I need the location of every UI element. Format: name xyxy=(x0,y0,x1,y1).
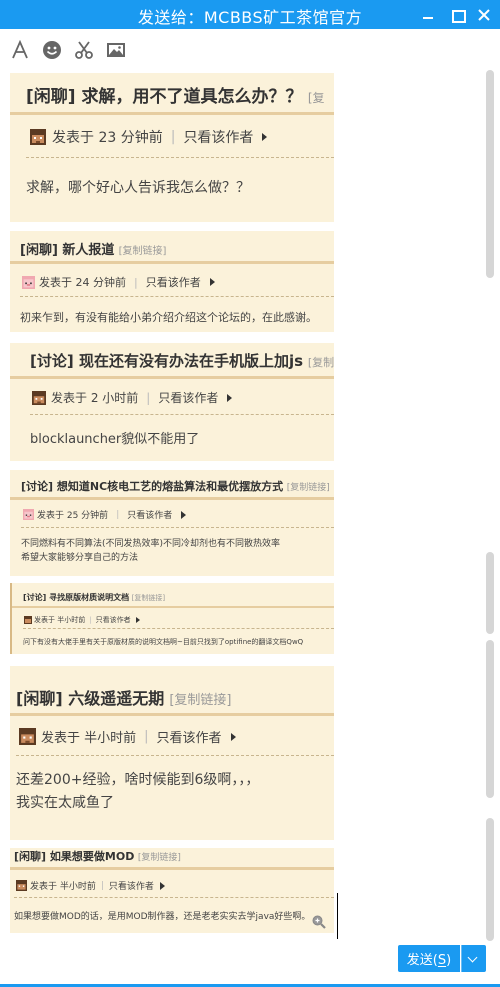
post-title: [讨论] 寻找原版材质说明文档 [复制链接] xyxy=(23,593,166,602)
post-meta: 发表于 25 分钟前 | 只看该作者 xyxy=(23,508,187,521)
post-meta: 发表于 半小时前 | 只看该作者 xyxy=(16,879,165,892)
post-card: [闲聊] 求解，用不了道具怎么办？？ [复 发表于 23 分钟前 | 只看该作者 求… xyxy=(10,73,334,222)
message-input-area[interactable]: [闲聊] 求解，用不了道具怎么办？？ [复 发表于 23 分钟前 | 只看该作者 求… xyxy=(0,68,500,938)
title-divider xyxy=(10,867,334,870)
dashed-divider xyxy=(26,157,334,158)
post-meta: 发表于 半小时前 | 只看该作者 xyxy=(19,727,236,746)
minimize-icon[interactable] xyxy=(419,6,437,24)
caret-right-icon xyxy=(135,617,140,623)
post-meta: 发表于 24 分钟前 | 只看该作者 xyxy=(22,274,215,290)
caret-right-icon xyxy=(209,278,215,286)
dashed-divider xyxy=(21,527,334,528)
post-title: [讨论] 现在还有没有办法在手机版上加js [复制 xyxy=(30,352,334,370)
send-options-dropdown[interactable] xyxy=(461,945,486,972)
caret-right-icon xyxy=(159,881,165,890)
title-divider xyxy=(10,713,334,716)
image-icon[interactable] xyxy=(105,39,127,61)
dashed-divider xyxy=(23,628,334,629)
post-card: [讨论] 现在还有没有办法在手机版上加js [复制 发表于 2 小时前 | 只看该作… xyxy=(10,343,334,461)
avatar xyxy=(23,509,34,520)
post-body: 问下有没有大佬手里有关于原版材质的说明文档啊~目前只找到了optifine的翻译… xyxy=(23,638,304,646)
post-meta: 发表于 23 分钟前 | 只看该作者 xyxy=(30,127,268,147)
avatar xyxy=(22,275,35,289)
maximize-icon[interactable] xyxy=(448,6,466,24)
emoji-icon[interactable] xyxy=(41,39,63,61)
post-title: [闲聊] 六级遥遥无期 [复制链接] xyxy=(16,689,232,708)
scrollbar-thumb[interactable] xyxy=(486,818,494,941)
scrollbar-thumb[interactable] xyxy=(486,552,494,634)
title-divider xyxy=(10,497,334,500)
scrollbar-thumb[interactable] xyxy=(486,640,494,798)
post-title: [讨论] 想知道NC核电工艺的熔盐算法和最优摆放方式 [复制链接] xyxy=(21,480,330,493)
message-toolbar xyxy=(0,30,500,68)
title-divider xyxy=(10,376,334,379)
post-card: [讨论] 想知道NC核电工艺的熔盐算法和最优摆放方式 [复制链接] 发表于 25… xyxy=(10,470,334,576)
dashed-divider xyxy=(20,296,334,297)
title-divider xyxy=(10,261,334,264)
post-meta: 发表于 2 小时前 | 只看该作者 xyxy=(32,389,233,406)
caret-right-icon xyxy=(227,393,233,402)
post-body: 如果想要做MOD的话，是用MOD制作器，还是老老实实去学java好些啊。 xyxy=(14,912,311,922)
send-button[interactable]: 发送(S) xyxy=(398,945,460,972)
caret-right-icon xyxy=(262,133,268,141)
post-body: blocklauncher貌似不能用了 xyxy=(30,432,200,447)
post-title: [闲聊] 求解，用不了道具怎么办？？ [复 xyxy=(26,87,325,107)
text-cursor xyxy=(337,893,338,939)
dashed-divider xyxy=(14,897,334,898)
post-card: [闲聊] 新人报道 [复制链接] 发表于 24 分钟前 | 只看该作者 初来乍到，有… xyxy=(10,231,334,332)
caret-right-icon xyxy=(181,510,187,519)
post-meta: 发表于 半小时前 | 只看该作者 xyxy=(24,615,140,625)
avatar xyxy=(30,129,46,145)
post-body: 不同燃料有不同算法(不同发热效率)不同冷却剂也有不同散热效率 希望大家能够分享自… xyxy=(21,539,281,563)
avatar xyxy=(19,728,36,745)
scrollbar-thumb[interactable] xyxy=(486,70,494,278)
title-divider xyxy=(10,112,334,115)
post-title: [闲聊] 如果想要做MOD [复制链接] xyxy=(14,850,181,863)
post-body: 求解，哪个好心人告诉我怎么做？？ xyxy=(26,180,250,196)
dashed-divider xyxy=(16,755,334,756)
post-title: [闲聊] 新人报道 [复制链接] xyxy=(20,243,167,258)
post-card: [讨论] 寻找原版材质说明文档 [复制链接] 发表于 半小时前 | 只看该作者 问下… xyxy=(10,583,334,654)
font-icon[interactable] xyxy=(9,39,31,61)
dashed-divider xyxy=(30,414,334,415)
avatar xyxy=(24,616,32,624)
post-body: 还差200+经验，啥时候能到6级啊，，， 我实在太咸鱼了 xyxy=(16,772,260,811)
caret-right-icon xyxy=(230,732,236,741)
avatar xyxy=(32,390,46,405)
post-card: [闲聊] 六级遥遥无期 [复制链接] 发表于 半小时前 | 只看该作者 还差200+… xyxy=(10,666,334,840)
send-label: 发送(S) xyxy=(406,953,452,968)
post-body: 初来乍到，有没有能给小弟介绍介绍这个论坛的，在此感谢。 xyxy=(20,311,317,324)
close-icon[interactable] xyxy=(475,6,493,24)
title-bar: 发送给：MCBBS矿工茶馆官方 xyxy=(0,0,500,29)
post-card: [闲聊] 如果想要做MOD [复制链接] 发表于 半小时前 | 只看该作者 如果想要… xyxy=(10,848,334,933)
title-divider xyxy=(12,606,334,608)
scissors-icon[interactable] xyxy=(73,39,95,61)
zoom-icon[interactable] xyxy=(312,914,326,929)
avatar xyxy=(16,880,27,891)
